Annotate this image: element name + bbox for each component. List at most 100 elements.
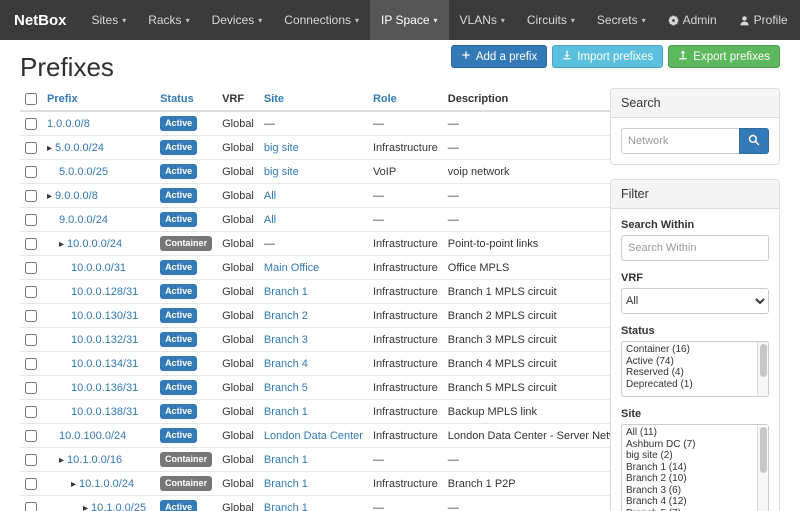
- search-button[interactable]: [739, 128, 769, 154]
- status-filter-listbox[interactable]: Container (16)Active (74)Reserved (4)Dep…: [621, 341, 769, 397]
- prefix-link[interactable]: 5.0.0.0/25: [59, 166, 108, 178]
- prefix-link[interactable]: 10.0.0.138/31: [71, 406, 138, 418]
- site-link[interactable]: Branch 1: [264, 478, 308, 490]
- row-checkbox[interactable]: [25, 166, 37, 178]
- scrollbar-thumb[interactable]: [760, 344, 767, 377]
- site-option[interactable]: Branch 1 (14): [624, 462, 755, 474]
- status-option[interactable]: Reserved (4): [624, 367, 755, 379]
- site-link[interactable]: Branch 1: [264, 406, 308, 418]
- site-option[interactable]: Branch 2 (10): [624, 473, 755, 485]
- nav-item-devices[interactable]: Devices▾: [201, 0, 274, 40]
- prefix-link[interactable]: 10.0.0.134/31: [71, 358, 138, 370]
- scrollbar[interactable]: [757, 425, 768, 511]
- nav-item-sites[interactable]: Sites▾: [81, 0, 138, 40]
- scrollbar-thumb[interactable]: [760, 427, 767, 473]
- prefix-link[interactable]: 10.0.0.0/24: [67, 238, 122, 250]
- search-within-input[interactable]: [621, 235, 769, 261]
- row-checkbox[interactable]: [25, 334, 37, 346]
- prefix-link[interactable]: 10.0.0.132/31: [71, 334, 138, 346]
- site-option[interactable]: Branch 4 (12): [624, 496, 755, 508]
- column-header-role[interactable]: Role: [368, 88, 443, 111]
- prefix-link[interactable]: 10.1.0.0/24: [79, 478, 134, 490]
- site-link[interactable]: Branch 1: [264, 454, 308, 466]
- nav-item-connections[interactable]: Connections▾: [273, 0, 370, 40]
- prefix-link[interactable]: 10.1.0.0/25: [91, 502, 146, 511]
- prefix-link[interactable]: 5.0.0.0/24: [55, 142, 104, 154]
- nav-item-secrets[interactable]: Secrets▾: [586, 0, 657, 40]
- row-checkbox[interactable]: [25, 382, 37, 394]
- site-link[interactable]: Branch 5: [264, 382, 308, 394]
- select-all-checkbox[interactable]: [25, 93, 37, 105]
- scrollbar[interactable]: [757, 342, 768, 396]
- row-checkbox[interactable]: [25, 118, 37, 130]
- status-option[interactable]: Active (74): [624, 356, 755, 368]
- status-option[interactable]: Container (16): [624, 344, 755, 356]
- expand-caret-icon[interactable]: ▸: [83, 503, 88, 511]
- table-row: 10.0.0.130/31ActiveGlobalBranch 2Infrast…: [20, 304, 637, 328]
- site-link[interactable]: Branch 1: [264, 502, 308, 511]
- site-link[interactable]: Branch 4: [264, 358, 308, 370]
- row-checkbox[interactable]: [25, 358, 37, 370]
- column-header-status[interactable]: Status: [155, 88, 217, 111]
- site-link[interactable]: Branch 1: [264, 286, 308, 298]
- expand-caret-icon[interactable]: ▸: [59, 239, 64, 250]
- site-link[interactable]: Main Office: [264, 262, 319, 274]
- row-checkbox[interactable]: [25, 310, 37, 322]
- prefix-link[interactable]: 10.1.0.0/16: [67, 454, 122, 466]
- description-cell: —: [443, 208, 638, 232]
- row-checkbox[interactable]: [25, 478, 37, 490]
- prefix-link[interactable]: 10.0.0.130/31: [71, 310, 138, 322]
- prefix-link[interactable]: 9.0.0.0/8: [55, 190, 98, 202]
- row-checkbox[interactable]: [25, 502, 37, 511]
- role-cell: Infrastructure: [368, 472, 443, 496]
- row-checkbox[interactable]: [25, 214, 37, 226]
- row-checkbox[interactable]: [25, 454, 37, 466]
- nav-item-vlans[interactable]: VLANs▾: [449, 0, 516, 40]
- row-checkbox[interactable]: [25, 430, 37, 442]
- import-prefixes-button[interactable]: Import prefixes: [552, 45, 663, 68]
- add-prefix-button[interactable]: Add a prefix: [451, 45, 547, 68]
- prefix-link[interactable]: 10.0.100.0/24: [59, 430, 126, 442]
- site-link[interactable]: big site: [264, 166, 299, 178]
- row-checkbox[interactable]: [25, 190, 37, 202]
- row-checkbox[interactable]: [25, 238, 37, 250]
- nav-item-admin[interactable]: Admin: [657, 0, 728, 40]
- column-header-prefix[interactable]: Prefix: [42, 88, 155, 111]
- site-link[interactable]: Branch 2: [264, 310, 308, 322]
- table-row: ▸10.1.0.0/24ContainerGlobalBranch 1Infra…: [20, 472, 637, 496]
- site-link[interactable]: All: [264, 214, 276, 226]
- column-header-site[interactable]: Site: [259, 88, 368, 111]
- status-option[interactable]: Deprecated (1): [624, 379, 755, 391]
- site-filter-listbox[interactable]: All (11)Ashburn DC (7)big site (2)Branch…: [621, 424, 769, 511]
- site-option[interactable]: Branch 3 (6): [624, 485, 755, 497]
- prefix-link[interactable]: 10.0.0.0/31: [71, 262, 126, 274]
- nav-item-circuits[interactable]: Circuits▾: [516, 0, 586, 40]
- expand-caret-icon[interactable]: ▸: [47, 191, 52, 202]
- row-checkbox[interactable]: [25, 142, 37, 154]
- prefix-link[interactable]: 1.0.0.0/8: [47, 118, 90, 130]
- site-link[interactable]: big site: [264, 142, 299, 154]
- prefix-link[interactable]: 10.0.0.136/31: [71, 382, 138, 394]
- site-link[interactable]: All: [264, 190, 276, 202]
- site-option[interactable]: big site (2): [624, 450, 755, 462]
- site-option[interactable]: All (11): [624, 427, 755, 439]
- expand-caret-icon[interactable]: ▸: [47, 143, 52, 154]
- search-input[interactable]: [621, 128, 739, 154]
- site-link[interactable]: London Data Center: [264, 430, 363, 442]
- nav-item-racks[interactable]: Racks▾: [137, 0, 200, 40]
- prefix-link[interactable]: 9.0.0.0/24: [59, 214, 108, 226]
- prefix-link[interactable]: 10.0.0.128/31: [71, 286, 138, 298]
- brand-logo[interactable]: NetBox: [0, 0, 81, 40]
- export-prefixes-button[interactable]: Export prefixes: [668, 45, 780, 68]
- row-checkbox[interactable]: [25, 406, 37, 418]
- row-checkbox[interactable]: [25, 286, 37, 298]
- expand-caret-icon[interactable]: ▸: [59, 455, 64, 466]
- site-option[interactable]: Ashburn DC (7): [624, 439, 755, 451]
- site-link[interactable]: Branch 3: [264, 334, 308, 346]
- row-checkbox[interactable]: [25, 262, 37, 274]
- nav-item-profile[interactable]: Profile: [728, 0, 799, 40]
- site-option[interactable]: Branch 5 (7): [624, 508, 755, 511]
- expand-caret-icon[interactable]: ▸: [71, 479, 76, 490]
- nav-item-ip-space[interactable]: IP Space▾: [370, 0, 449, 40]
- vrf-select[interactable]: All: [621, 288, 769, 314]
